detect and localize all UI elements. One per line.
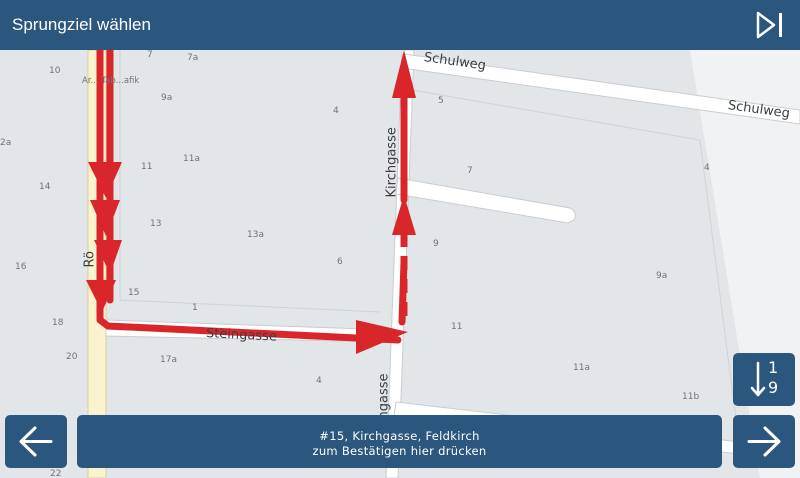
house-number: 18 — [52, 318, 64, 328]
street-label-kirchgasse: hgasse — [376, 373, 392, 420]
sort-numeric-icon — [750, 361, 766, 397]
sort-label-bottom: 9 — [768, 378, 779, 397]
house-number: 13a — [247, 230, 264, 240]
house-number: 14 — [39, 182, 51, 192]
house-number: 1 — [192, 303, 198, 313]
house-number: 4 — [333, 106, 339, 116]
arrow-right-icon — [747, 426, 781, 457]
house-number: 15 — [128, 288, 140, 298]
house-number: 11 — [141, 162, 153, 172]
poi-label: Ar... Tab...afik — [82, 76, 140, 86]
house-number: 16 — [15, 262, 27, 272]
house-number: 11a — [573, 363, 590, 373]
previous-button[interactable] — [5, 415, 67, 468]
next-button[interactable] — [733, 415, 795, 468]
confirm-hint: zum Bestätigen hier drücken — [312, 444, 487, 458]
house-number: 11b — [682, 392, 700, 402]
destination-address: #15, Kirchgasse, Feldkirch — [319, 429, 480, 443]
street-label-main: Rö — [82, 251, 98, 268]
house-number: 11a — [183, 154, 200, 164]
sort-label-top: 1 — [768, 358, 779, 377]
house-number: 10 — [49, 66, 61, 76]
house-number: 20 — [66, 352, 78, 362]
arrow-left-icon — [19, 426, 53, 457]
house-number: 4 — [316, 376, 322, 386]
confirm-destination-button[interactable]: #15, Kirchgasse, Feldkirch zum Bestätige… — [77, 415, 722, 468]
map-canvas — [86, 50, 800, 478]
house-number: 5 — [438, 96, 444, 106]
house-number: 2a — [0, 138, 12, 148]
sort-button[interactable]: 1 9 — [733, 353, 795, 406]
map-view[interactable]: 10 7 7a 9a 4 5 7 4 11 11a 14 13 13a 6 9 … — [0, 50, 800, 478]
house-number: 4 — [704, 163, 710, 173]
house-number: 7 — [467, 166, 473, 176]
house-number: 11 — [451, 322, 463, 332]
house-number: 6 — [337, 257, 343, 267]
house-number: 9 — [433, 239, 439, 249]
house-number: 9a — [161, 93, 173, 103]
skip-next-button[interactable] — [756, 11, 786, 39]
house-number: 7a — [187, 53, 199, 63]
street-label-kirchgasse: Kirchgasse — [384, 127, 400, 198]
skip-next-icon — [756, 11, 782, 39]
page-title: Sprungziel wählen — [12, 15, 151, 34]
header-bar: Sprungziel wählen — [0, 0, 800, 50]
house-number: 9a — [656, 271, 668, 281]
house-number: 7 — [147, 50, 153, 60]
house-number: 17a — [160, 355, 177, 365]
house-number: 13 — [150, 219, 162, 229]
house-number: 22 — [50, 469, 62, 478]
